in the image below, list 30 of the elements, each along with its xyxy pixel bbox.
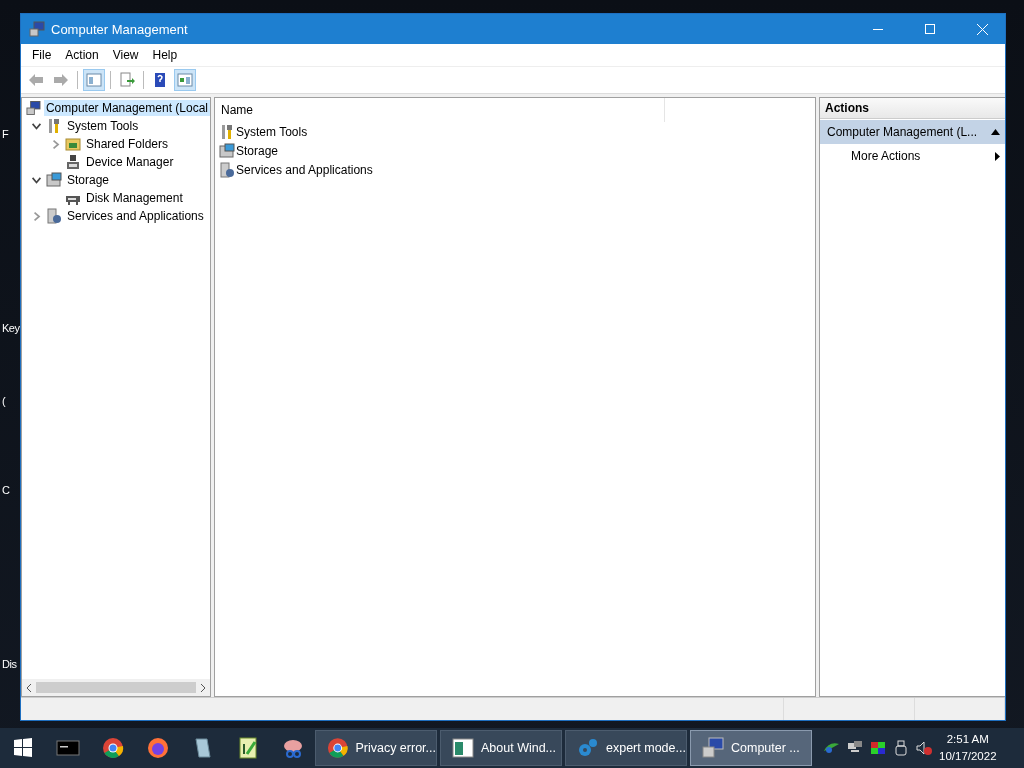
tree-item[interactable]: Services and Applications	[65, 208, 206, 224]
actions-section[interactable]: Computer Management (L...	[820, 120, 1005, 144]
tree-item[interactable]: Shared Folders	[84, 136, 171, 152]
action-item[interactable]: More Actions	[820, 144, 1005, 168]
clock-date[interactable]: 10/17/2022	[939, 748, 997, 765]
window-title: Computer Management	[51, 21, 189, 37]
column-header[interactable]: Name	[221, 103, 253, 117]
desktop-icon-label: F	[2, 128, 9, 140]
desktop-icon-label: (	[2, 395, 6, 407]
tree-item[interactable]: System Tools	[65, 118, 141, 134]
taskbar-button[interactable]: Computer ...	[690, 730, 812, 766]
list-item[interactable]: System Tools	[236, 124, 308, 139]
clock-time[interactable]: 2:51 AM	[946, 731, 989, 748]
menu-item[interactable]: File	[25, 48, 59, 62]
desktop-icon-label: Dis	[2, 658, 17, 670]
desktop-icon-label: C	[2, 484, 10, 496]
menu-item[interactable]: Action	[58, 48, 106, 62]
list-item[interactable]: Services and Applications	[236, 162, 373, 177]
taskbar-button[interactable]: Privacy error...	[315, 730, 437, 766]
tree-item[interactable]: Computer Management (Local	[43, 100, 210, 116]
tree-item[interactable]: Device Manager	[84, 154, 176, 170]
taskbar-button[interactable]: About Wind...	[440, 730, 562, 766]
actions-header: Actions	[820, 98, 1005, 119]
list-item[interactable]: Storage	[236, 143, 279, 158]
menu-item[interactable]: Help	[145, 48, 185, 62]
tree-item[interactable]: Storage	[65, 172, 112, 188]
menu-item[interactable]: View	[105, 48, 146, 62]
tree-item[interactable]: Disk Management	[84, 190, 185, 206]
taskbar-button[interactable]: expert mode...	[565, 730, 687, 766]
desktop-icon-label: Key	[2, 322, 20, 334]
